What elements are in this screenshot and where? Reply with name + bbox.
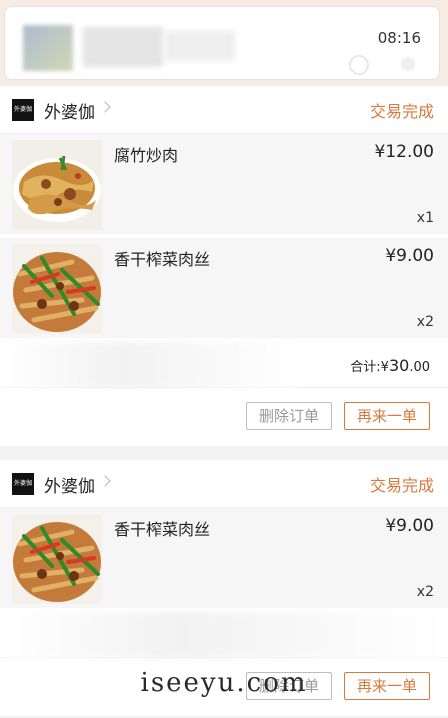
item-quantity: x2 <box>416 314 434 330</box>
chevron-right-icon[interactable] <box>99 475 111 487</box>
dot-icon <box>401 57 415 71</box>
order-header[interactable]: 外婆伽 外婆伽 交易完成 <box>0 460 448 508</box>
total-currency: ¥ <box>380 360 389 375</box>
item-price: ¥12.00 <box>374 142 434 162</box>
dish-image <box>12 244 102 334</box>
order-status: 交易完成 <box>369 476 434 495</box>
shop-logo-icon: 外婆伽 <box>12 473 34 495</box>
total-decimal: .00 <box>409 360 430 375</box>
message-card[interactable]: 08:16 <box>4 6 440 80</box>
dish-image <box>12 514 102 604</box>
ring-icon <box>349 55 369 75</box>
top-banner: 08:16 <box>0 0 448 86</box>
dish-image <box>12 140 102 230</box>
total-integer: 30 <box>388 356 410 375</box>
blurred-area <box>0 342 300 388</box>
order-total-row <box>0 612 448 658</box>
item-name: 香干榨菜肉丝 <box>114 250 211 269</box>
item-price: ¥9.00 <box>385 246 434 266</box>
reorder-button[interactable]: 再来一单 <box>344 402 430 430</box>
item-quantity: x1 <box>416 210 434 226</box>
chevron-right-icon[interactable] <box>99 101 111 113</box>
shop-name[interactable]: 外婆伽 <box>44 98 95 123</box>
order-card: 外婆伽 外婆伽 交易完成 腐竹炒肉 ¥12.00 x1 香干榨菜肉丝 ¥9.00… <box>0 86 448 446</box>
order-actions: 删除订单 再来一单 <box>0 388 448 446</box>
item-name: 香干榨菜肉丝 <box>114 520 211 539</box>
order-header[interactable]: 外婆伽 外婆伽 交易完成 <box>0 86 448 134</box>
message-time: 08:16 <box>377 29 421 47</box>
blurred-avatar <box>23 25 73 71</box>
order-status: 交易完成 <box>369 102 434 121</box>
item-quantity: x2 <box>416 584 434 600</box>
shop-logo-icon: 外婆伽 <box>12 99 34 121</box>
order-item[interactable]: 腐竹炒肉 ¥12.00 x1 <box>0 134 448 238</box>
order-total: 合计:¥30.00 <box>350 356 430 375</box>
blurred-text <box>165 31 235 61</box>
delete-order-button[interactable]: 删除订单 <box>246 402 332 430</box>
watermark-text: iseeyu.com <box>140 668 308 698</box>
total-label: 合计: <box>350 360 381 375</box>
blurred-text <box>83 27 163 67</box>
item-name: 腐竹炒肉 <box>114 146 179 165</box>
order-item[interactable]: 香干榨菜肉丝 ¥9.00 x2 <box>0 238 448 342</box>
item-price: ¥9.00 <box>385 516 434 536</box>
order-total-row: 合计:¥30.00 <box>0 342 448 388</box>
blurred-area <box>0 612 448 658</box>
order-item[interactable]: 香干榨菜肉丝 ¥9.00 x2 <box>0 508 448 612</box>
shop-name[interactable]: 外婆伽 <box>44 472 95 497</box>
